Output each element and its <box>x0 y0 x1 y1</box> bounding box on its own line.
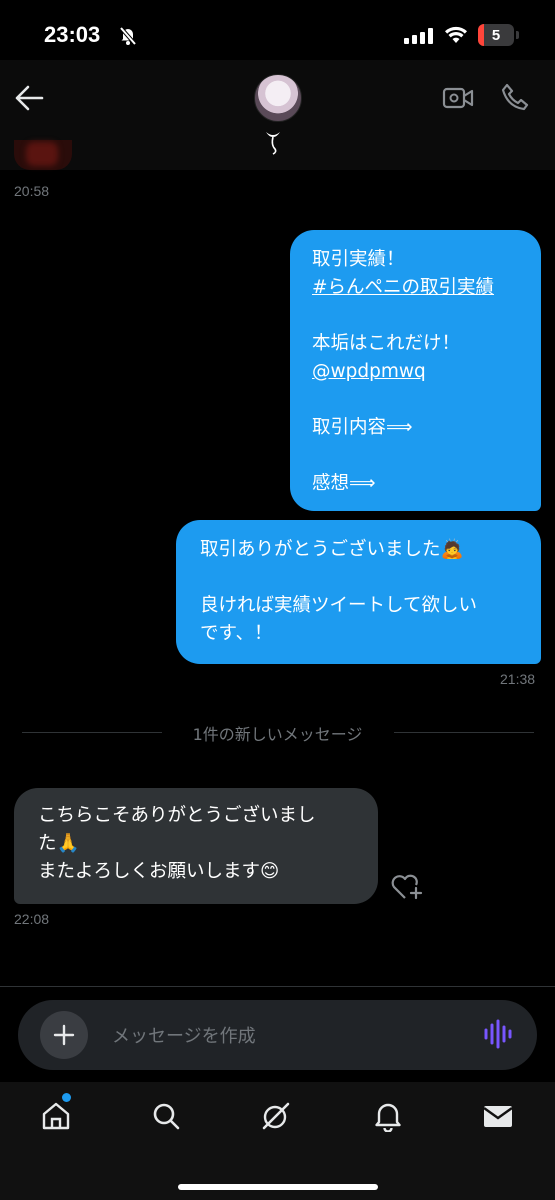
message-time: 21:38 <box>500 671 536 687</box>
home-indicator <box>178 1184 378 1190</box>
message-line: 感想⟹ <box>312 473 376 494</box>
new-messages-label: 1件の新しいメッセージ <box>182 725 373 744</box>
search-icon[interactable] <box>150 1100 182 1136</box>
battery-level: 5 <box>491 26 501 44</box>
outgoing-message-bubble[interactable]: 取引実績！ #らんペニの取引実績 本垢はこれだけ！ @wpdpmwq 取引内容⟹… <box>290 230 541 511</box>
composer-divider <box>0 986 555 987</box>
plus-icon <box>53 1024 75 1046</box>
messages-icon[interactable] <box>482 1100 514 1136</box>
message-composer <box>18 1000 537 1070</box>
wifi-icon <box>444 25 468 49</box>
cellular-signal-icon <box>404 28 434 48</box>
back-arrow-icon[interactable] <box>14 84 44 116</box>
outgoing-message-bubble[interactable]: 取引ありがとうございました🙇 良ければ実績ツイートして欲しい です、！ <box>176 520 541 664</box>
hashtag-link[interactable]: #らんペニの取引実績 <box>312 274 519 302</box>
message-line: 取引内容⟹ <box>312 417 413 438</box>
message-line: 本垢はこれだけ！ <box>312 333 461 354</box>
message-line: た🙏 <box>38 833 80 854</box>
ribbon-icon <box>262 128 284 164</box>
add-media-button[interactable] <box>40 1011 88 1059</box>
avatar[interactable] <box>254 74 302 122</box>
message-line: です、！ <box>200 623 273 644</box>
status-time: 23:03 <box>44 22 101 47</box>
video-call-icon[interactable] <box>442 84 474 116</box>
battery-icon: 5 <box>478 24 519 46</box>
add-reaction-heart-icon[interactable] <box>390 872 424 906</box>
message-time: 22:08 <box>14 911 50 927</box>
message-time: 20:58 <box>14 183 50 199</box>
mention-link[interactable]: @wpdpmwq <box>312 358 519 386</box>
message-line: またよろしくお願いします😊 <box>38 861 280 882</box>
message-line: 良ければ実績ツイートして欲しい <box>200 595 477 616</box>
incoming-message-bubble[interactable]: こちらこそありがとうございまし た🙏 またよろしくお願いします😊 <box>14 788 378 904</box>
voice-message-icon[interactable] <box>482 1018 514 1054</box>
notifications-icon[interactable] <box>372 1100 404 1136</box>
phone-call-icon[interactable] <box>500 82 530 116</box>
home-icon[interactable] <box>40 1100 72 1136</box>
message-line: 取引実績！ <box>312 249 405 270</box>
bell-muted-icon <box>118 26 138 50</box>
message-line: 取引ありがとうございました🙇 <box>200 539 464 560</box>
message-line: こちらこそありがとうございまし <box>38 805 316 826</box>
new-messages-divider: 1件の新しいメッセージ <box>0 721 555 745</box>
grok-icon[interactable] <box>260 1100 292 1136</box>
previous-message-image <box>26 142 58 166</box>
message-input[interactable]: メッセージを作成 <box>112 1022 256 1048</box>
notification-dot <box>62 1093 71 1102</box>
